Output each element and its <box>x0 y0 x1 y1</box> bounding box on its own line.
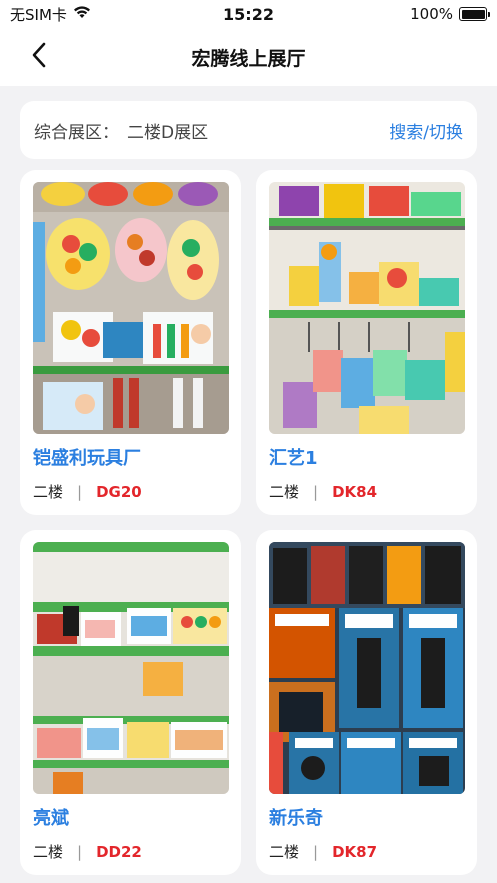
shop-name: 汇艺1 <box>269 448 318 469</box>
shop-meta: 二楼 | DG20 <box>33 481 142 502</box>
wifi-icon <box>73 5 91 23</box>
shop-floor: 二楼 <box>269 843 300 861</box>
shop-name: 新乐奇 <box>269 808 323 829</box>
shop-card[interactable]: 亮斌 二楼 | DD22 <box>20 530 241 875</box>
zone-value: 二楼D展区 <box>127 122 209 143</box>
zone-filter-card: 综合展区： 二楼D展区 搜索/切换 <box>20 101 477 159</box>
shop-floor: 二楼 <box>33 843 64 861</box>
shop-photo <box>269 182 465 434</box>
shop-code: DG20 <box>96 482 142 501</box>
meta-separator: | <box>313 842 319 861</box>
battery-percent: 100% <box>410 5 453 23</box>
shop-code: DD22 <box>96 842 142 861</box>
shop-code: DK84 <box>332 482 378 501</box>
shop-meta: 二楼 | DD22 <box>33 841 142 862</box>
zone-label: 综合展区： <box>34 122 119 143</box>
shop-name: 铠盛利玩具厂 <box>33 448 141 469</box>
shop-card[interactable]: 铠盛利玩具厂 二楼 | DG20 <box>20 170 241 515</box>
nav-bar: 宏腾线上展厅 <box>0 28 497 86</box>
status-left: 无SIM卡 <box>10 4 91 25</box>
shop-photo <box>33 182 229 434</box>
back-button[interactable] <box>24 42 54 72</box>
zone-filter-info: 综合展区： 二楼D展区 <box>34 118 208 143</box>
status-bar: 无SIM卡 15:22 100% <box>0 0 497 28</box>
meta-separator: | <box>313 482 319 501</box>
shop-name: 亮斌 <box>33 808 69 829</box>
shop-floor: 二楼 <box>33 483 64 501</box>
search-switch-button[interactable]: 搜索/切换 <box>389 118 463 143</box>
shop-meta: 二楼 | DK84 <box>269 481 377 502</box>
carrier-label: 无SIM卡 <box>10 5 67 24</box>
battery-icon <box>459 7 490 21</box>
shop-card[interactable]: 新乐奇 二楼 | DK87 <box>256 530 477 875</box>
meta-separator: | <box>77 842 83 861</box>
shop-code: DK87 <box>332 842 378 861</box>
battery-fill <box>461 9 485 19</box>
meta-separator: | <box>77 482 83 501</box>
chevron-left-icon <box>31 42 47 72</box>
shop-card[interactable]: 汇艺1 二楼 | DK84 <box>256 170 477 515</box>
page-title: 宏腾线上展厅 <box>191 47 306 70</box>
shop-photo <box>269 542 465 794</box>
shop-photo <box>33 542 229 794</box>
status-right: 100% <box>410 5 490 23</box>
shop-meta: 二楼 | DK87 <box>269 841 377 862</box>
shop-floor: 二楼 <box>269 483 300 501</box>
